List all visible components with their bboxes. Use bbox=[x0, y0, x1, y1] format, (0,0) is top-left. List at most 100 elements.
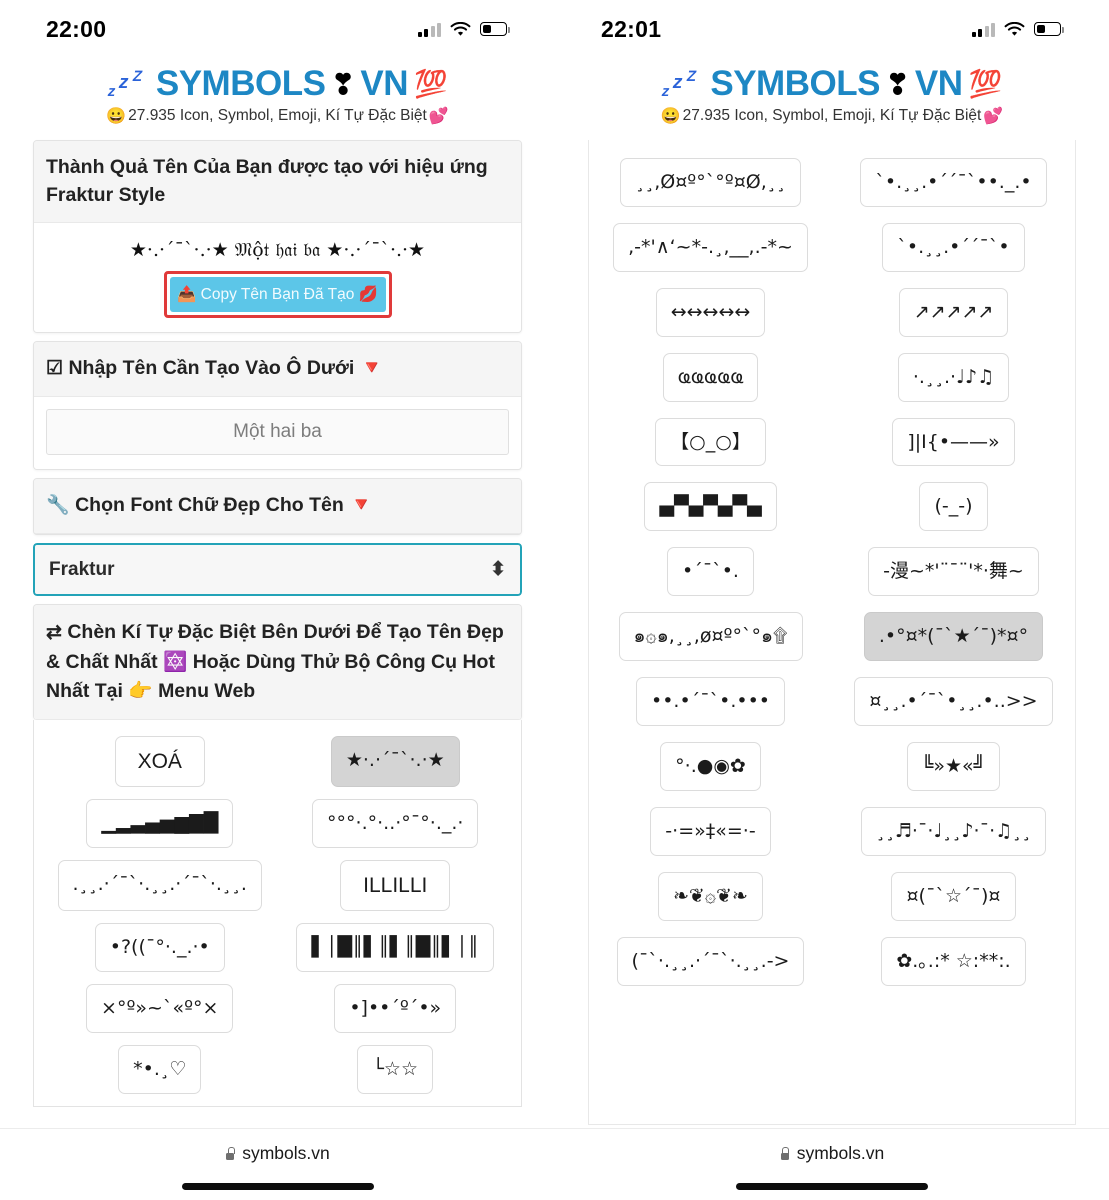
symbol-cell: .¸¸.·´¯`·.¸¸.·´¯`·.¸¸. bbox=[42, 854, 278, 917]
symbol-cell: ╚»★«╝ bbox=[832, 734, 1075, 799]
url-text: symbols.vn bbox=[796, 1143, 885, 1163]
symbol-button[interactable]: ❧❦۞❦❧ bbox=[658, 871, 763, 921]
result-card-heading: Thành Quả Tên Của Bạn được tạo với hiệu … bbox=[34, 141, 521, 224]
name-input-field[interactable] bbox=[46, 409, 509, 456]
symbol-button[interactable]: -漫~*'¨¯¨'*·舞~ bbox=[868, 547, 1039, 597]
wrench-icon: 🔧 bbox=[46, 495, 70, 517]
symbol-button[interactable]: .¸¸.·´¯`·.¸¸.·´¯`·.¸¸. bbox=[57, 860, 262, 912]
site-logo[interactable]: z z Z SYMBOLS ❣ VN 💯 bbox=[0, 64, 555, 104]
symbol-cell: ¤¸¸.•´¯`•¸¸.•..>> bbox=[832, 669, 1075, 734]
symbol-cell: 【○_○】 bbox=[589, 410, 832, 475]
status-time: 22:00 bbox=[46, 15, 107, 42]
symbol-cell: XOÁ bbox=[42, 730, 278, 793]
name-input-heading: ☑ Nhập Tên Cần Tạo Vào Ô Dưới 🔻 bbox=[34, 342, 521, 398]
zzz-icon: z z Z bbox=[106, 68, 144, 100]
symbol-button[interactable]: °°°·.°·..·°¯°·._.· bbox=[312, 799, 479, 849]
symbol-button[interactable]: ,-*'∧‘~*-.¸,__,.-*~ bbox=[613, 222, 808, 272]
symbol-cell: `•.¸¸.•´´¯`••._.• bbox=[832, 150, 1075, 215]
symbol-button[interactable]: (¯`·.¸¸.·´¯`·.¸¸.-> bbox=[616, 936, 805, 986]
symbol-button[interactable]: ▌│█║▌║▌║█║▌│║ bbox=[296, 923, 495, 973]
symbol-action-button[interactable]: XOÁ bbox=[114, 736, 205, 788]
cellular-signal-icon bbox=[971, 22, 995, 37]
note-card-heading: ⇄ Chèn Kí Tự Đặc Biệt Bên Dưới Để Tạo Tê… bbox=[34, 605, 521, 721]
symbol-button[interactable]: .•°¤*(¯`★´¯)*¤° bbox=[863, 612, 1044, 662]
url-display-left[interactable]: symbols.vn bbox=[225, 1143, 330, 1164]
site-tagline: 😀 27.935 Icon, Symbol, Emoji, Kí Tự Đặc … bbox=[555, 106, 1109, 126]
symbol-button[interactable]: ••.•´¯`•.••• bbox=[635, 677, 786, 727]
symbol-cell: ¸¸,Ø¤º°`°º¤Ø,¸¸ bbox=[589, 150, 832, 215]
font-select-dropdown[interactable]: Fraktur ⬍ bbox=[33, 543, 522, 597]
red-triangle-icon: 🔻 bbox=[349, 494, 374, 517]
generated-name-output[interactable]: ★·.·´¯`·.·★ 𝔐ộ𝔱 𝔥𝔞𝔦 𝔟𝔞 ★·.·´¯`·.·★ bbox=[46, 235, 509, 271]
symbol-cell: *•.¸♡ bbox=[42, 1039, 278, 1100]
insert-arrows-icon: ⇄ bbox=[46, 622, 62, 644]
symbol-cell: •´¯`•. bbox=[589, 539, 832, 604]
symbol-button[interactable]: ¸¸♬·¯·♩¸¸♪·¯·♫¸¸ bbox=[860, 806, 1047, 856]
symbol-button[interactable]: •´¯`•. bbox=[667, 547, 754, 597]
font-select-value: Fraktur bbox=[49, 558, 115, 580]
home-indicator[interactable] bbox=[181, 1183, 374, 1190]
status-indicators bbox=[971, 21, 1064, 37]
symbol-cell: `•.¸¸.•´´¯`• bbox=[832, 215, 1075, 280]
symbol-button[interactable]: ↔↔↔↔↔ bbox=[655, 287, 766, 337]
main-content-left: Thành Quả Tên Của Bạn được tạo với hiệu … bbox=[0, 140, 555, 1108]
symbol-button[interactable]: ·.¸¸.·♩♪♫ bbox=[897, 352, 1010, 402]
symbol-button[interactable]: -·=»‡«=·- bbox=[650, 806, 771, 856]
symbol-cell: ★·.·´¯`·.·★ bbox=[278, 730, 514, 793]
font-select-heading-text: Chọn Font Chữ Đẹp Cho Tên bbox=[75, 494, 344, 517]
symbol-button[interactable]: ๑۞๑,¸¸,ø¤º°`°๑۩ bbox=[618, 612, 803, 662]
symbol-cell: ¤(¯`☆´¯)¤ bbox=[832, 864, 1075, 929]
url-display-right[interactable]: symbols.vn bbox=[780, 1143, 885, 1164]
symbol-cell: └☆☆ bbox=[278, 1039, 514, 1100]
symbol-button[interactable]: └☆☆ bbox=[357, 1045, 433, 1095]
symbol-button[interactable]: ×°º»~`«º°× bbox=[86, 984, 234, 1034]
copy-generated-name-button[interactable]: 📤 Copy Tên Bạn Đã Tạo 💋 bbox=[169, 277, 386, 313]
brand-name: SYMBOLS bbox=[155, 64, 326, 103]
symbol-button[interactable]: ╚»★«╝ bbox=[906, 742, 1001, 791]
wifi-icon bbox=[1004, 21, 1025, 37]
symbol-cell: (-_-) bbox=[832, 474, 1075, 539]
browser-bottom-bar-right: symbols.vn bbox=[555, 1128, 1109, 1200]
symbol-button[interactable]: ]|I{•——» bbox=[892, 417, 1015, 467]
edit-icon: ☑ bbox=[46, 358, 64, 380]
brand-suffix: VN bbox=[914, 64, 963, 103]
lock-icon bbox=[780, 1147, 790, 1160]
note-text-3: Menu Web bbox=[158, 680, 256, 703]
symbol-button[interactable]: ▁▂▃▄▅▆▇█ bbox=[86, 799, 234, 849]
symbol-button[interactable]: ¤(¯`☆´¯)¤ bbox=[891, 871, 1016, 921]
symbol-button[interactable]: ★·.·´¯`·.·★ bbox=[330, 736, 460, 788]
status-bar-left: 22:00 bbox=[0, 0, 555, 58]
symbol-button[interactable]: *•.¸♡ bbox=[118, 1045, 202, 1095]
symbol-button[interactable]: ¤¸¸.•´¯`•¸¸.•..>> bbox=[854, 677, 1053, 727]
symbol-grid-items: ¸¸,Ø¤º°`°º¤Ø,¸¸ `•.¸¸.•´´¯`••._.• ,-*'∧‘~*… bbox=[589, 150, 1075, 994]
phone-screen-right: 22:01 z z Z SYMBOLS ❣ VN 💯 😀 27.935 Icon… bbox=[555, 0, 1109, 1200]
symbol-cell: ๑۞๑,¸¸,ø¤º°`°๑۩ bbox=[589, 604, 832, 669]
symbol-button[interactable]: `•.¸¸.•´´¯`••._.• bbox=[860, 158, 1047, 207]
cellular-signal-icon bbox=[417, 22, 441, 37]
symbol-button[interactable]: •?((¯°·._.·• bbox=[94, 923, 225, 973]
dual-screenshot: 22:00 z z Z SYMBOLS ❣ VN 💯 😀 27.935 Icon… bbox=[0, 0, 1109, 1200]
symbol-button[interactable]: •]••´º´•» bbox=[334, 984, 457, 1034]
symbol-button[interactable]: `•.¸¸.•´´¯`• bbox=[882, 222, 1025, 272]
symbol-button[interactable]: °·.●◉✿ bbox=[660, 742, 761, 791]
site-header-right: z z Z SYMBOLS ❣ VN 💯 😀 27.935 Icon, Symb… bbox=[555, 58, 1109, 140]
site-logo[interactable]: z z Z SYMBOLS ❣ VN 💯 bbox=[555, 64, 1109, 104]
symbol-action-button[interactable]: ILLILLI bbox=[340, 860, 451, 912]
symbol-button[interactable]: ▄▀▄▀▄▀▄ bbox=[644, 482, 777, 532]
symbol-button[interactable]: ✿.｡.:* ☆:**:. bbox=[881, 936, 1026, 986]
symbol-cell: ❧❦۞❦❧ bbox=[589, 864, 832, 929]
symbol-button[interactable]: (-_-) bbox=[919, 482, 988, 532]
symbol-cell: °·.●◉✿ bbox=[589, 734, 832, 799]
symbol-button[interactable]: ҩҩҩҩҩ bbox=[662, 352, 759, 402]
red-triangle-icon: 🔻 bbox=[359, 357, 385, 380]
tagline-text: 27.935 Icon, Symbol, Emoji, Kí Tự Đặc Bi… bbox=[682, 107, 982, 124]
symbol-cell: (¯`·.¸¸.·´¯`·.¸¸.-> bbox=[589, 929, 832, 994]
symbol-button[interactable]: 【○_○】 bbox=[655, 417, 766, 467]
symbol-button[interactable]: ¸¸,Ø¤º°`°º¤Ø,¸¸ bbox=[620, 158, 801, 207]
symbol-grid-items: XOÁ ★·.·´¯`·.·★ ▁▂▃▄▅▆▇█ °°°·.°·..·°¯°·._.·… bbox=[42, 730, 513, 1100]
brand-suffix: VN bbox=[360, 64, 409, 103]
symbol-grid-right: ¸¸,Ø¤º°`°º¤Ø,¸¸ `•.¸¸.•´´¯`••._.• ,-*'∧‘~*… bbox=[588, 140, 1076, 1125]
home-indicator[interactable] bbox=[736, 1183, 928, 1190]
symbol-button[interactable]: ↗↗↗↗↗ bbox=[898, 287, 1009, 337]
symbol-cell: ••.•´¯`•.••• bbox=[589, 669, 832, 734]
